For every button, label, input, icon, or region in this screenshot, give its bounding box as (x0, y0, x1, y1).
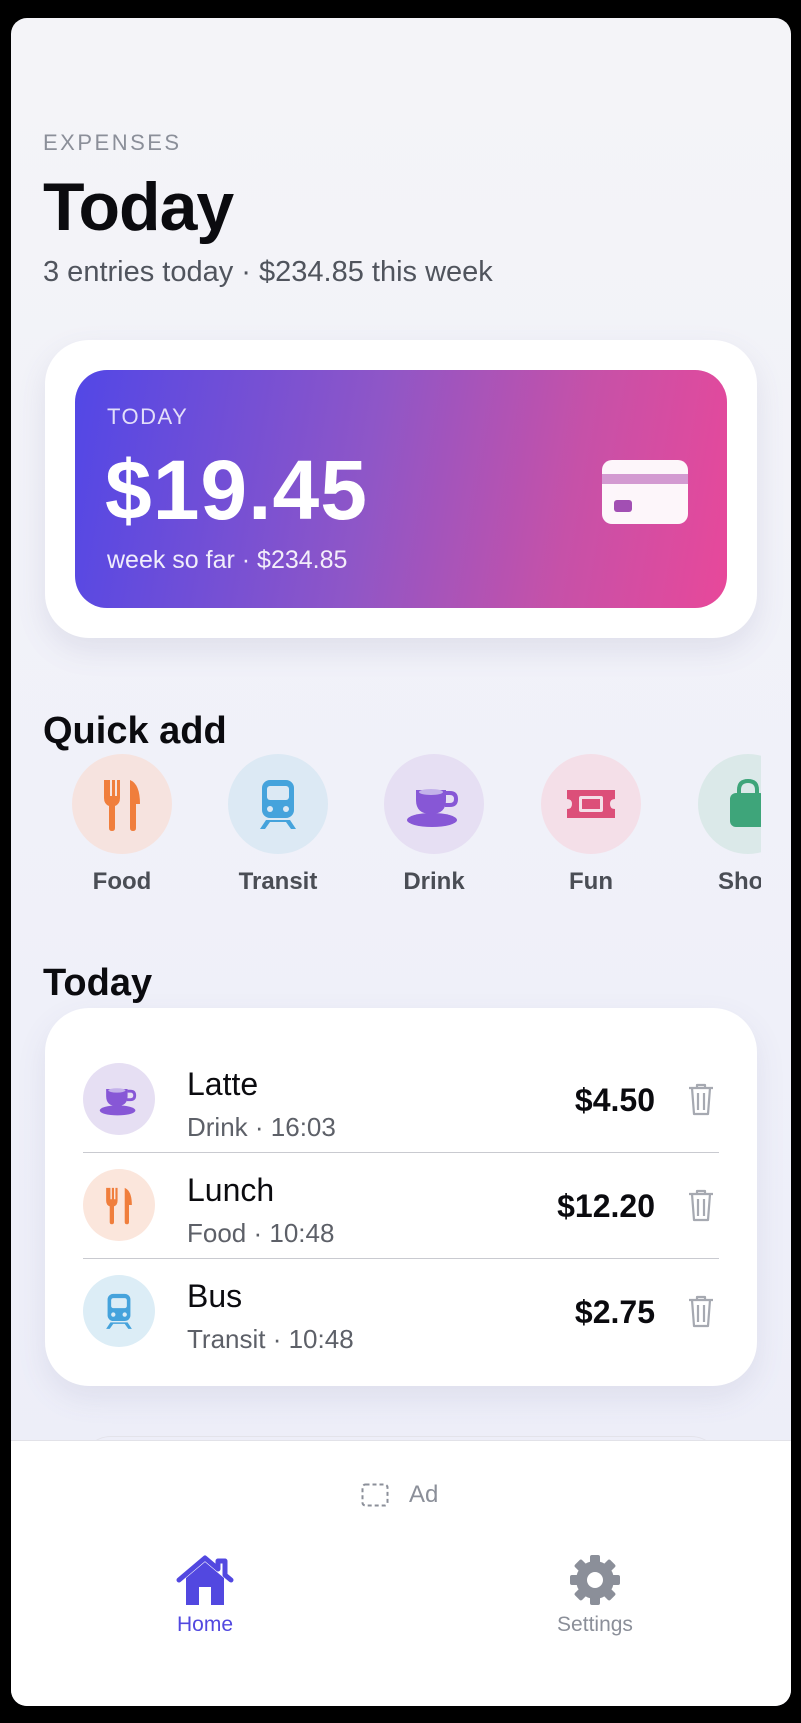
list-item[interactable]: Latte Drink · 16:03 $4.50 (83, 1046, 719, 1153)
quick-add-label: Food (92, 868, 152, 895)
app-screen: EXPENSES Today 3 entries today · $234.85… (11, 18, 791, 1706)
quick-add-food[interactable]: Food (57, 754, 187, 896)
ticket-icon (567, 790, 615, 818)
summary-card[interactable]: TODAY $19.45 week so far · $234.85 (75, 370, 727, 608)
bag-icon (730, 778, 761, 827)
quick-add-label: Drink (403, 868, 465, 895)
fork-knife-icon (104, 780, 140, 831)
list-item[interactable]: Lunch Food · 10:48 $12.20 (83, 1152, 719, 1259)
tab-settings[interactable]: Settings (515, 1553, 675, 1637)
entry-icon (83, 1063, 155, 1135)
train-icon (260, 780, 296, 829)
today-list-card: Latte Drink · 16:03 $4.50 Lunch Food · 1… (45, 1008, 757, 1386)
trash-icon[interactable] (687, 1082, 715, 1116)
quick-add-label: Fun (569, 868, 613, 895)
quick-add-label: Shop (718, 868, 761, 895)
entry-meta: Transit · 10:48 (187, 1324, 354, 1354)
bottom-bar: Ad Home Settings (11, 1440, 791, 1706)
tab-home-label: Home (176, 1613, 234, 1636)
entry-name: Bus (187, 1278, 243, 1314)
entry-name: Lunch (187, 1172, 275, 1208)
coffee-cup-icon (99, 1088, 137, 1116)
page-title: Today (43, 169, 234, 245)
fork-knife-icon (106, 1187, 132, 1225)
quick-add-row: Food Transit Drink Fun Sho (11, 754, 761, 914)
summary-week-total: week so far · $234.85 (107, 546, 348, 574)
summary-amount: $19.45 (105, 443, 368, 537)
train-icon (106, 1293, 132, 1329)
trash-icon[interactable] (687, 1294, 715, 1328)
ad-label: Ad (409, 1481, 439, 1508)
quick-add-drink[interactable]: Drink (369, 754, 499, 896)
quick-add-shop[interactable]: Shop (683, 754, 761, 896)
tab-home[interactable]: Home (125, 1553, 285, 1637)
entry-meta: Drink · 16:03 (187, 1112, 336, 1142)
today-list-title: Today (43, 962, 153, 1004)
page-eyebrow: EXPENSES (43, 130, 182, 155)
quick-add-transit[interactable]: Transit (213, 754, 343, 896)
quick-add-label: Transit (238, 868, 318, 895)
tab-settings-label: Settings (557, 1613, 633, 1636)
entry-amount: $4.50 (574, 1082, 655, 1118)
gear-icon (570, 1555, 620, 1605)
home-icon (176, 1555, 234, 1605)
entry-name: Latte (187, 1066, 259, 1102)
entry-meta: Food · 10:48 (187, 1218, 335, 1248)
entry-icon (83, 1275, 155, 1347)
entry-amount: $12.20 (557, 1188, 655, 1224)
list-item[interactable]: Bus Transit · 10:48 $2.75 (83, 1258, 719, 1364)
entry-amount: $2.75 (574, 1294, 655, 1330)
coffee-cup-icon (407, 789, 459, 827)
page-subtitle: 3 entries today · $234.85 this week (43, 256, 493, 288)
summary-card-frame: TODAY $19.45 week so far · $234.85 (45, 340, 757, 638)
trash-icon[interactable] (687, 1188, 715, 1222)
quick-add-title: Quick add (43, 710, 227, 752)
entry-icon (83, 1169, 155, 1241)
quick-add-fun[interactable]: Fun (526, 754, 656, 896)
ad-placeholder-icon (361, 1483, 389, 1507)
summary-label: TODAY (107, 404, 189, 429)
credit-card-icon (602, 460, 688, 524)
